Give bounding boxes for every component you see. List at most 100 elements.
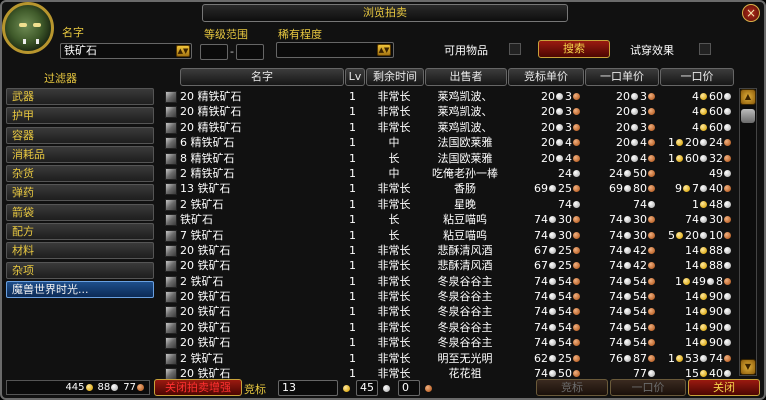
filter-projectile[interactable]: 弹药 (6, 184, 154, 202)
money-amount: 32 (709, 151, 723, 165)
preview-checkbox[interactable] (699, 43, 711, 55)
bid-silver-input[interactable]: 45 (356, 380, 378, 396)
search-button[interactable]: 搜索 (538, 40, 610, 58)
ore-item-icon[interactable] (165, 352, 177, 365)
table-row[interactable]: 20 铁矿石 1 非常长 悲酥清风酒 67 25 74 42 14 88 (164, 243, 736, 258)
ore-item-icon[interactable] (165, 291, 177, 304)
money-amount: 3 (565, 90, 572, 103)
filter-consumable[interactable]: 消耗品 (6, 145, 154, 163)
table-row[interactable]: 2 精铁矿石 1 中 吃俺老孙一棒 24 24 50 49 (164, 166, 736, 181)
money-amount: 60 (709, 90, 723, 103)
table-row[interactable]: 2 铁矿石 1 非常长 星晚 74 74 1 48 (164, 197, 736, 212)
table-row[interactable]: 铁矿石 1 长 粘豆喵呜 74 30 74 30 74 30 (164, 212, 736, 227)
buyout-unit-price: 74 54 (584, 320, 656, 335)
ore-item-icon[interactable] (165, 337, 177, 350)
filter-misc[interactable]: 杂项 (6, 261, 154, 279)
item-level: 1 (349, 197, 356, 211)
filter-recipe[interactable]: 配方 (6, 223, 154, 241)
filter-quiver[interactable]: 箭袋 (6, 203, 154, 221)
level-max-input[interactable] (236, 44, 264, 60)
table-row[interactable]: 6 精铁矿石 1 中 法国欧莱雅 20 4 20 4 1 20 24 (164, 135, 736, 150)
ore-item-icon[interactable] (165, 106, 177, 119)
table-row[interactable]: 13 铁矿石 1 非常长 香肠 69 25 69 80 9 7 40 (164, 181, 736, 196)
table-row[interactable]: 20 铁矿石 1 非常长 冬泉谷谷主 74 54 74 54 14 90 (164, 289, 736, 304)
silver-coin-icon (624, 323, 631, 331)
buyout-price: 49 (660, 166, 732, 181)
table-row[interactable]: 20 铁矿石 1 非常长 悲酥清风酒 67 25 74 42 14 88 (164, 258, 736, 273)
table-row[interactable]: 20 精铁矿石 1 非常长 莱鸡凯波、 20 3 20 3 4 60 (164, 89, 736, 104)
money-amount: 10 (709, 228, 723, 242)
table-row[interactable]: 20 精铁矿石 1 非常长 莱鸡凯波、 20 3 20 3 4 60 (164, 104, 736, 119)
gold-coin-icon (676, 154, 683, 162)
column-time-left[interactable]: 剩余时间 (366, 68, 424, 86)
scroll-up-icon[interactable]: ▲ (740, 89, 756, 105)
table-row[interactable]: 2 铁矿石 1 非常长 明至无光明 62 25 76 87 1 53 74 (164, 351, 736, 366)
level-dash: - (230, 45, 234, 58)
table-row[interactable]: 20 铁矿石 1 非常长 冬泉谷谷主 74 54 74 54 14 90 (164, 304, 736, 319)
name-input[interactable]: 铁矿石 (60, 43, 192, 59)
seller-name: 粘豆喵呜 (443, 213, 487, 227)
scroll-thumb[interactable] (741, 109, 755, 123)
time-left: 中 (388, 136, 400, 150)
buyout-unit-price: 20 3 (584, 120, 656, 135)
ore-item-icon[interactable] (165, 214, 177, 227)
column-name[interactable]: 名字 (180, 68, 344, 86)
item-name: 13 铁矿石 (180, 182, 231, 196)
item-name: 2 铁矿石 (180, 197, 224, 211)
copper-coin-icon (648, 246, 655, 254)
bid-label: 竞标 (244, 383, 266, 396)
close-icon[interactable]: × (742, 4, 760, 22)
filter-reagent[interactable]: 材料 (6, 242, 154, 260)
column-level[interactable]: Lv (345, 68, 365, 86)
ore-item-icon[interactable] (165, 198, 177, 211)
ore-item-icon[interactable] (165, 91, 177, 103)
filter-container[interactable]: 容器 (6, 126, 154, 144)
column-buyout[interactable]: 一口价 (660, 68, 734, 86)
bid-button[interactable]: 竞标 (536, 379, 608, 396)
ore-item-icon[interactable] (165, 183, 177, 196)
bid-copper-input[interactable]: 0 (398, 380, 420, 396)
ore-item-icon[interactable] (165, 229, 177, 242)
column-bid-unit[interactable]: 竞标单价 (508, 68, 584, 86)
ore-item-icon[interactable] (165, 260, 177, 273)
ore-item-icon[interactable] (165, 244, 177, 257)
gold-coin-icon (700, 293, 707, 301)
ore-item-icon[interactable] (165, 321, 177, 334)
ore-item-icon[interactable] (165, 137, 177, 150)
level-min-input[interactable] (200, 44, 228, 60)
name-dropdown-icon[interactable]: ▲▼ (176, 45, 190, 57)
money-gold: 445 (65, 382, 85, 393)
buyout-price: 1 53 74 (660, 351, 732, 366)
column-buyout-unit[interactable]: 一口单价 (585, 68, 659, 86)
close-button[interactable]: 关闭 (688, 379, 760, 396)
filter-weapon[interactable]: 武器 (6, 88, 154, 105)
table-row[interactable]: 20 铁矿石 1 非常长 冬泉谷谷主 74 54 74 54 14 90 (164, 335, 736, 350)
ore-item-icon[interactable] (165, 121, 177, 134)
silver-coin-icon (549, 308, 556, 316)
scrollbar[interactable]: ▲ ▼ (739, 88, 757, 376)
usable-checkbox[interactable] (509, 43, 521, 55)
ore-item-icon[interactable] (165, 275, 177, 288)
table-row[interactable]: 2 铁矿石 1 非常长 冬泉谷谷主 74 54 74 54 1 49 8 (164, 274, 736, 289)
rarity-dropdown-icon[interactable]: ▲▼ (377, 44, 391, 56)
filter-trade-goods[interactable]: 杂货 (6, 165, 154, 183)
table-row[interactable]: 20 铁矿石 1 非常长 冬泉谷谷主 74 54 74 54 14 90 (164, 320, 736, 335)
buyout-button[interactable]: 一口价 (610, 379, 686, 396)
table-row[interactable]: 20 精铁矿石 1 非常长 莱鸡凯波、 20 3 20 3 4 60 (164, 120, 736, 135)
table-row[interactable]: 7 铁矿石 1 长 粘豆喵呜 74 30 74 30 5 20 10 (164, 228, 736, 243)
gold-coin-icon (683, 277, 690, 285)
window-title: 浏览拍卖 (202, 4, 568, 22)
bid-gold-input[interactable]: 13 (278, 380, 338, 396)
close-enhancement-button[interactable]: 关闭拍卖增强 (154, 379, 242, 396)
ore-item-icon[interactable] (165, 167, 177, 180)
table-row[interactable]: 8 精铁矿石 1 长 法国欧莱雅 20 4 20 4 1 60 32 (164, 151, 736, 166)
ore-item-icon[interactable] (165, 152, 177, 165)
scroll-down-icon[interactable]: ▼ (740, 359, 756, 375)
filter-wow-time[interactable]: 魔兽世界时光... (6, 280, 154, 298)
column-seller[interactable]: 出售者 (425, 68, 507, 86)
silver-coin-icon (724, 339, 731, 347)
ore-item-icon[interactable] (165, 306, 177, 319)
filter-armor[interactable]: 护甲 (6, 107, 154, 125)
money-amount: 7 (692, 182, 699, 196)
copper-coin-icon (573, 262, 580, 270)
